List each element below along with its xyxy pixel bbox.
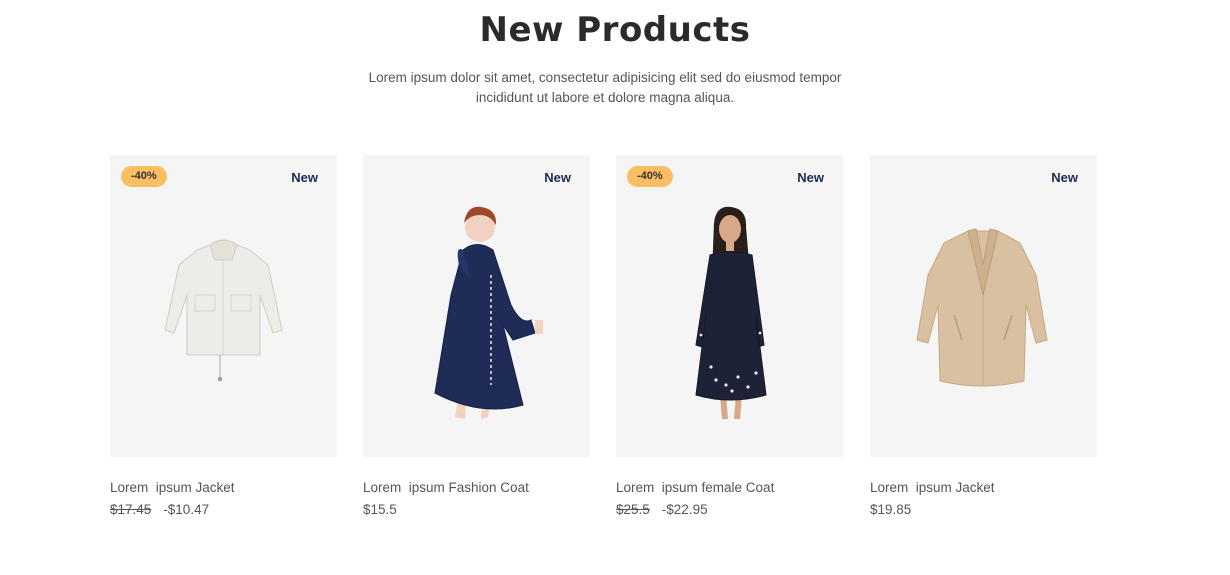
teddy-coat-image — [916, 228, 1048, 387]
product-card[interactable]: New Lorem ipsum Jacket $19.85 — [870, 155, 1097, 517]
current-price: $15.5 — [363, 502, 397, 517]
product-card[interactable]: -40% New Lorem ipsum female Coat $25.5 -$… — [616, 155, 843, 517]
new-badge: New — [544, 170, 571, 185]
section-description: Lorem ipsum dolor sit amet, consectetur … — [368, 70, 842, 105]
black-dress-image — [695, 206, 767, 419]
product-name[interactable]: Lorem ipsum female Coat — [616, 480, 843, 495]
new-badge: New — [797, 170, 824, 185]
product-price: $15.5 — [363, 502, 590, 517]
denim-coat-image — [434, 206, 543, 419]
product-name[interactable]: Lorem ipsum Jacket — [110, 480, 337, 495]
new-badge: New — [1051, 170, 1078, 185]
product-card[interactable]: New Lorem ipsum Fashion Coat $15.5 — [363, 155, 590, 517]
old-price: $17.45 — [110, 502, 152, 517]
product-image-area[interactable]: New — [363, 155, 590, 457]
new-badge: New — [291, 170, 318, 185]
product-image-area[interactable]: -40% New — [110, 155, 337, 457]
discount-badge: -40% — [627, 166, 673, 187]
product-name[interactable]: Lorem ipsum Fashion Coat — [363, 480, 590, 495]
current-price: -$22.95 — [661, 502, 708, 517]
product-name[interactable]: Lorem ipsum Jacket — [870, 480, 1097, 495]
product-card[interactable]: -40% New Lorem ipsum Jacket $17.45 -$10.4… — [110, 155, 337, 517]
product-price: $19.85 — [870, 502, 1097, 517]
white-jacket-image — [164, 239, 283, 381]
current-price: -$10.47 — [163, 502, 210, 517]
section-title: New Products — [479, 10, 751, 50]
product-image-area[interactable]: New — [870, 155, 1097, 457]
product-price: $25.5 -$22.95 — [616, 502, 843, 517]
product-image-area[interactable]: -40% New — [616, 155, 843, 457]
discount-badge: -40% — [121, 166, 167, 187]
current-price: $19.85 — [870, 502, 912, 517]
product-price: $17.45 -$10.47 — [110, 502, 337, 517]
old-price: $25.5 — [616, 502, 650, 517]
